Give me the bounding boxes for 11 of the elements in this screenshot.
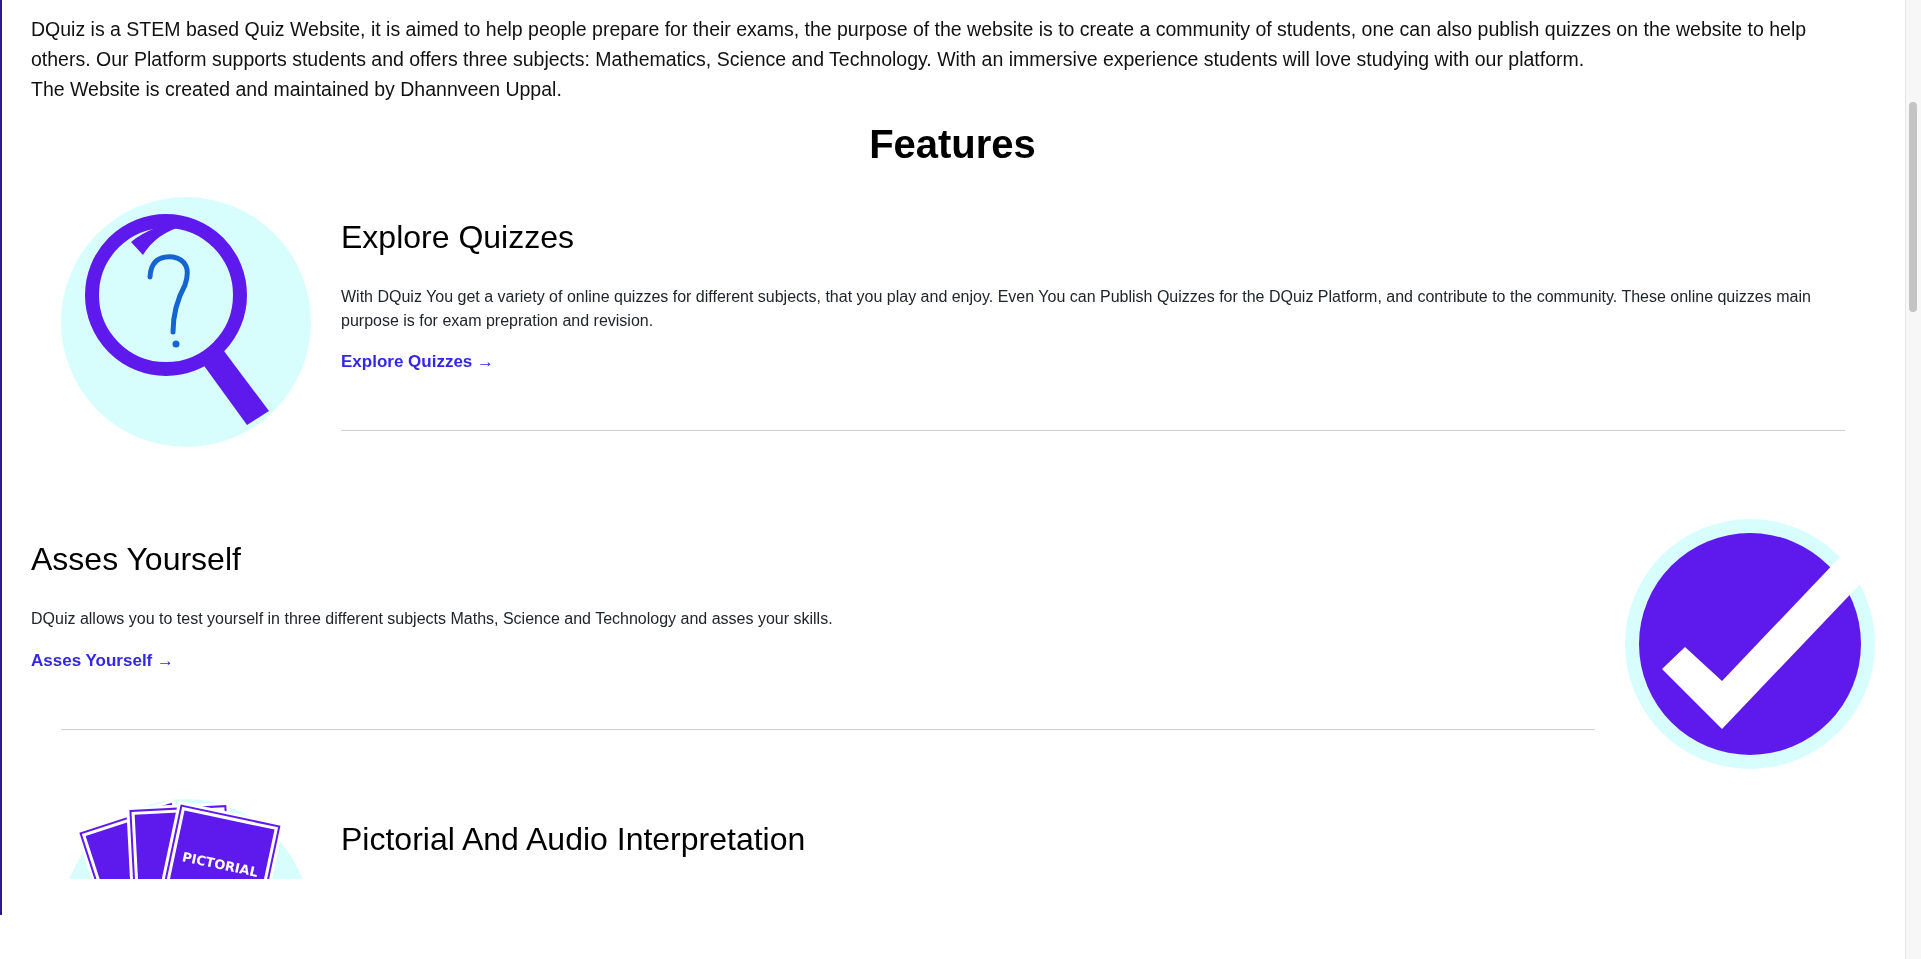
- intro-paragraph: DQuiz is a STEM based Quiz Website, it is aimed to help people prepare for their exams, the purpose of the website is to create a community of students, one can also publish quizzes on the website to help others. Our Platform supports students and offers three subjects: Mathematics, Science and Technology. With an immersive experience students will love studying with our platform.: [31, 17, 1808, 72]
- author-note: The Website is created and maintained by Dhannveen Uppal.: [31, 77, 563, 102]
- scrollbar[interactable]: [1905, 0, 1921, 959]
- feature-description: DQuiz allows you to test yourself in three different subjects Maths, Science and Technology and asses your skills.: [31, 609, 834, 629]
- feature-title: Pictorial And Audio Interpretation: [341, 820, 807, 859]
- feature-title: Asses Yourself: [31, 540, 242, 579]
- features-heading: Features: [868, 122, 1037, 167]
- feature-link[interactable]: Asses Yourself →: [31, 650, 174, 671]
- feature-description: With DQuiz You get a variety of online quizzes for different subjects, that you play and enjoy. Even You can Publish Quizzes for the DQuiz Platform, and contribute to the community. These online quizzes main purpose is for exam prepration and revision.: [341, 287, 1812, 331]
- feature-title: Explore Quizzes: [341, 218, 575, 257]
- feature-link[interactable]: Explore Quizzes →: [341, 352, 495, 372]
